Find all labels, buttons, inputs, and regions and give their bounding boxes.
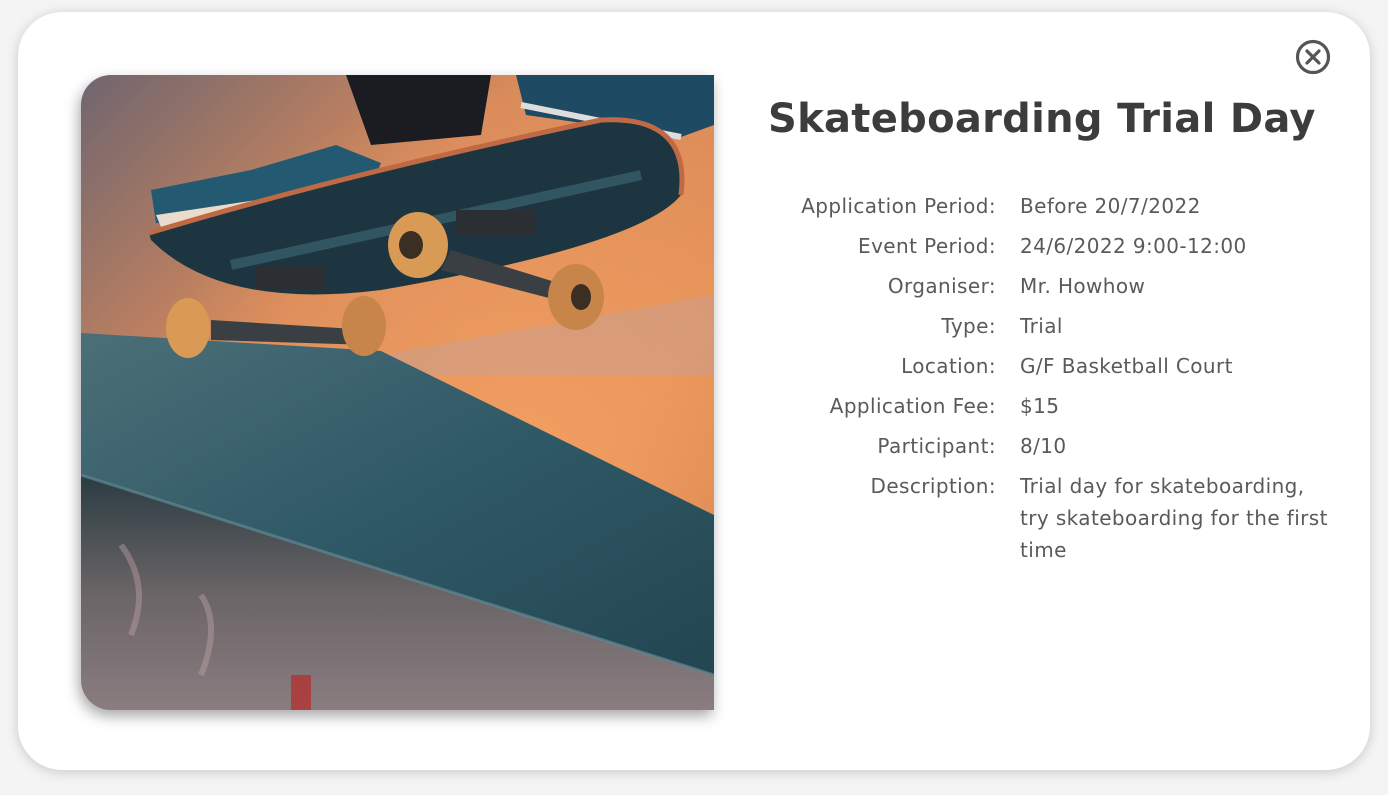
detail-value: Trial: [1020, 314, 1063, 338]
detail-label: Type:: [941, 314, 996, 338]
detail-label: Event Period:: [858, 234, 996, 258]
detail-value: G/F Basketball Court: [1020, 354, 1233, 378]
event-details-modal: Skateboarding Trial Day Application Peri…: [18, 12, 1370, 770]
detail-row-event-period: Event Period: 24/6/2022 9:00-12:00: [768, 230, 1348, 262]
detail-value: Trial day for skateboarding, try skatebo…: [1020, 474, 1328, 562]
detail-row-participant: Participant: 8/10: [768, 430, 1348, 462]
close-button[interactable]: [1295, 39, 1331, 75]
detail-row-application-period: Application Period: Before 20/7/2022: [768, 190, 1348, 222]
close-circle-icon: [1295, 39, 1331, 75]
detail-value: 24/6/2022 9:00-12:00: [1020, 234, 1247, 258]
detail-value: 8/10: [1020, 434, 1067, 458]
detail-label: Application Period:: [801, 194, 996, 218]
detail-value: $15: [1020, 394, 1060, 418]
detail-row-organiser: Organiser: Mr. Howhow: [768, 270, 1348, 302]
detail-label: Organiser:: [887, 274, 996, 298]
detail-label: Description:: [870, 474, 996, 498]
detail-value: Before 20/7/2022: [1020, 194, 1201, 218]
event-details-list: Application Period: Before 20/7/2022 Eve…: [768, 190, 1348, 574]
detail-row-location: Location: G/F Basketball Court: [768, 350, 1348, 382]
detail-label: Location:: [901, 354, 996, 378]
detail-row-description: Description: Trial day for skateboarding…: [768, 470, 1348, 566]
detail-value: Mr. Howhow: [1020, 274, 1146, 298]
detail-row-application-fee: Application Fee: $15: [768, 390, 1348, 422]
detail-label: Application Fee:: [829, 394, 996, 418]
event-image: [81, 75, 714, 710]
detail-label: Participant:: [877, 434, 996, 458]
detail-row-type: Type: Trial: [768, 310, 1348, 342]
event-title: Skateboarding Trial Day: [768, 96, 1316, 142]
